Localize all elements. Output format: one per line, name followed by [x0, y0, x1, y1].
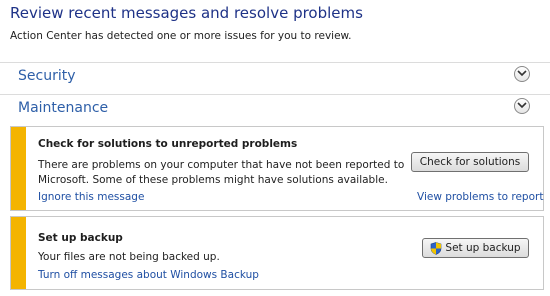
maintenance-section-title: Maintenance [18, 100, 109, 116]
security-section-header[interactable]: Security [0, 62, 550, 89]
message-title: Check for solutions to unreported proble… [38, 138, 298, 150]
page-subtitle: Action Center has detected one or more i… [10, 30, 352, 42]
message-title: Set up backup [38, 232, 123, 244]
warning-stripe [11, 127, 26, 210]
chevron-down-icon[interactable] [514, 66, 530, 82]
set-up-backup-label: Set up backup [445, 242, 521, 254]
warning-stripe [11, 217, 26, 289]
message-body-line2: Microsoft. Some of these problems might … [38, 174, 388, 186]
set-up-backup-button[interactable]: Set up backup [422, 238, 529, 258]
uac-shield-icon [431, 241, 442, 255]
check-for-solutions-button[interactable]: Check for solutions [411, 152, 529, 172]
message-body-line1: Your files are not being backed up. [38, 251, 220, 263]
security-section-title: Security [18, 68, 76, 84]
chevron-down-icon[interactable] [514, 98, 530, 114]
turn-off-backup-messages-link[interactable]: Turn off messages about Windows Backup [38, 269, 259, 281]
message-card-backup: Set up backup Your files are not being b… [10, 216, 544, 290]
message-body-line1: There are problems on your computer that… [38, 159, 405, 171]
page-title: Review recent messages and resolve probl… [10, 4, 363, 22]
message-card-unreported-problems: Check for solutions to unreported proble… [10, 126, 544, 211]
maintenance-section-header[interactable]: Maintenance [0, 94, 550, 121]
ignore-message-link[interactable]: Ignore this message [38, 191, 144, 203]
view-problems-link[interactable]: View problems to report [417, 191, 543, 203]
